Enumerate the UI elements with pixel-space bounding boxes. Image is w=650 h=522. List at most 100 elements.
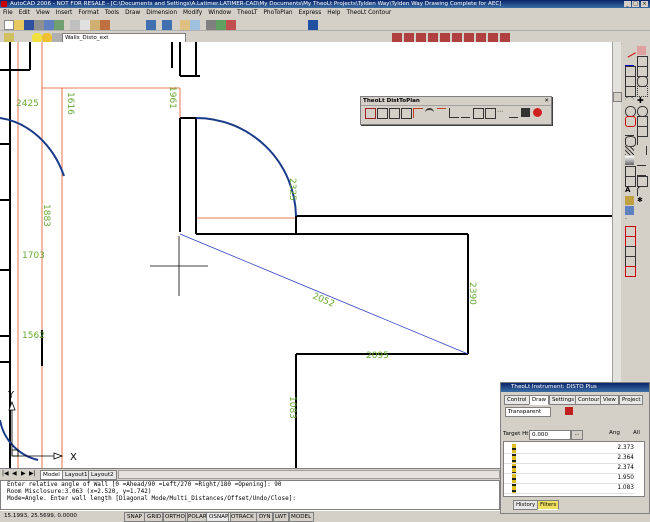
new-icon[interactable] xyxy=(4,20,14,30)
spline-icon[interactable] xyxy=(625,126,634,136)
mode-select[interactable]: Transparent xyxy=(505,407,551,417)
tab-layout2[interactable]: Layout2 xyxy=(88,470,117,480)
tab-settings[interactable]: Settings xyxy=(549,395,578,405)
undo-icon[interactable] xyxy=(146,20,156,30)
join-icon[interactable] xyxy=(637,166,646,176)
tab-draw[interactable]: Draw xyxy=(529,395,550,405)
wall-corner-icon[interactable] xyxy=(389,108,400,119)
reading-row[interactable]: 2.374 xyxy=(504,464,634,474)
menu-theolt-contour[interactable]: TheoLt Contour xyxy=(343,8,394,18)
break-icon[interactable] xyxy=(637,156,646,166)
tab-model[interactable]: Model xyxy=(40,470,63,480)
lwt-toggle[interactable]: LWT xyxy=(272,512,290,522)
move-icon[interactable]: ✚ xyxy=(637,96,646,105)
save-icon[interactable] xyxy=(24,20,34,30)
paste-icon[interactable] xyxy=(90,20,100,30)
arc-wall-icon[interactable] xyxy=(425,108,434,119)
reading-row[interactable]: 2.364 xyxy=(504,454,634,464)
tool-icon[interactable] xyxy=(521,108,530,117)
more-icon[interactable]: ⋯ xyxy=(497,108,506,117)
block-icon[interactable] xyxy=(625,196,634,205)
menu-theolt[interactable]: TheoLT xyxy=(234,8,260,18)
preview-icon[interactable] xyxy=(44,20,54,30)
menu-file[interactable]: File xyxy=(0,8,16,18)
save-icon[interactable] xyxy=(565,407,573,415)
menu-dimension[interactable]: Dimension xyxy=(143,8,180,18)
menu-window[interactable]: Window xyxy=(205,8,234,18)
tab-history[interactable]: History xyxy=(513,500,539,510)
tab-first-icon[interactable]: |◀ xyxy=(2,470,9,477)
disttoplan-title[interactable]: TheoLt DistToPlan ✕ xyxy=(361,97,551,106)
maximize-button[interactable]: □ xyxy=(632,1,639,7)
scroll-thumb[interactable] xyxy=(613,92,622,102)
menu-modify[interactable]: Modify xyxy=(180,8,205,18)
step-icon[interactable] xyxy=(449,108,459,118)
door-icon[interactable] xyxy=(413,108,423,118)
tab-prev-icon[interactable]: ◀ xyxy=(12,470,17,477)
stop-icon[interactable] xyxy=(365,108,376,119)
tab-filters[interactable]: Filters xyxy=(537,500,560,510)
minimize-button[interactable]: _ xyxy=(624,1,631,7)
tool-palettes-icon[interactable] xyxy=(226,20,236,30)
snap-toggle[interactable]: SNAP xyxy=(124,512,145,522)
construction-line-icon[interactable] xyxy=(625,56,634,66)
cut-icon[interactable] xyxy=(70,20,80,30)
instrument-title[interactable]: TheoLt Instrument: DISTO Plus xyxy=(501,383,649,392)
offset-icon[interactable] xyxy=(401,108,412,119)
design-center-icon[interactable] xyxy=(216,20,226,30)
menu-express[interactable]: Express xyxy=(296,8,325,18)
reading-row[interactable]: 1.083 xyxy=(504,484,634,494)
command-line[interactable]: Enter relative angle of Wall [0 =Ahead/9… xyxy=(0,480,500,510)
open-icon[interactable] xyxy=(14,20,24,30)
horizontal-scrollbar[interactable] xyxy=(118,470,500,479)
wall-start-icon[interactable] xyxy=(377,108,388,119)
ang-checkbox[interactable]: Ang xyxy=(609,430,620,436)
arc-icon[interactable] xyxy=(625,96,634,106)
window-icon[interactable] xyxy=(485,108,496,119)
otrack-toggle[interactable]: OTRACK xyxy=(228,512,257,522)
room-tool-icon[interactable] xyxy=(625,266,636,277)
copy-icon[interactable] xyxy=(80,20,90,30)
readings-list[interactable]: 2.373 2.364 2.374 1.950 1.083 xyxy=(503,441,645,497)
menu-tools[interactable]: Tools xyxy=(102,8,122,18)
publish-icon[interactable] xyxy=(54,20,64,30)
target-input[interactable]: 0.000 xyxy=(529,430,571,440)
instrument-panel[interactable]: TheoLt Instrument: DISTO Plus Control Dr… xyxy=(500,382,650,514)
erase-icon[interactable] xyxy=(637,46,646,55)
redo-icon[interactable] xyxy=(162,20,172,30)
tab-control[interactable]: Control xyxy=(504,395,530,405)
explode-icon[interactable]: ✱ xyxy=(637,196,646,205)
menu-view[interactable]: View xyxy=(33,8,53,18)
menu-edit[interactable]: Edit xyxy=(16,8,33,18)
match-properties-icon[interactable] xyxy=(100,20,110,30)
menu-format[interactable]: Format xyxy=(75,8,101,18)
measure-icon[interactable] xyxy=(473,108,484,119)
diagonal-icon[interactable] xyxy=(509,108,518,118)
help-icon[interactable] xyxy=(308,20,318,30)
tab-contour[interactable]: Contour xyxy=(575,395,603,405)
point-icon[interactable]: · xyxy=(625,216,634,225)
tee-icon[interactable] xyxy=(437,108,446,118)
dyn-toggle[interactable]: DYN xyxy=(256,512,274,522)
menu-insert[interactable]: Insert xyxy=(53,8,76,18)
properties-icon[interactable] xyxy=(206,20,216,30)
close-button[interactable]: × xyxy=(641,1,648,7)
gradient-icon[interactable] xyxy=(625,156,634,165)
tab-last-icon[interactable]: ▶| xyxy=(29,470,36,477)
menu-draw[interactable]: Draw xyxy=(122,8,143,18)
menu-phottoplan[interactable]: PhoToPlan xyxy=(260,8,295,18)
all-checkbox[interactable]: All xyxy=(633,430,640,436)
angle-icon[interactable] xyxy=(461,108,470,118)
hatch-icon[interactable] xyxy=(625,146,634,155)
print-icon[interactable] xyxy=(34,20,44,30)
insert-icon[interactable] xyxy=(625,206,634,215)
tab-view[interactable]: View xyxy=(600,395,619,405)
mtext-icon[interactable]: A xyxy=(625,186,634,195)
tab-next-icon[interactable]: ▶ xyxy=(21,470,26,477)
pan-icon[interactable] xyxy=(180,20,190,30)
command-prompt[interactable]: Mode=Angle. Enter wall length [Diagonal … xyxy=(7,495,499,502)
reading-row[interactable]: 2.373 xyxy=(504,444,634,454)
model-toggle[interactable]: MODEL xyxy=(288,512,315,522)
extend-icon[interactable] xyxy=(637,146,647,155)
disttoplan-close-icon[interactable]: ✕ xyxy=(544,97,549,105)
